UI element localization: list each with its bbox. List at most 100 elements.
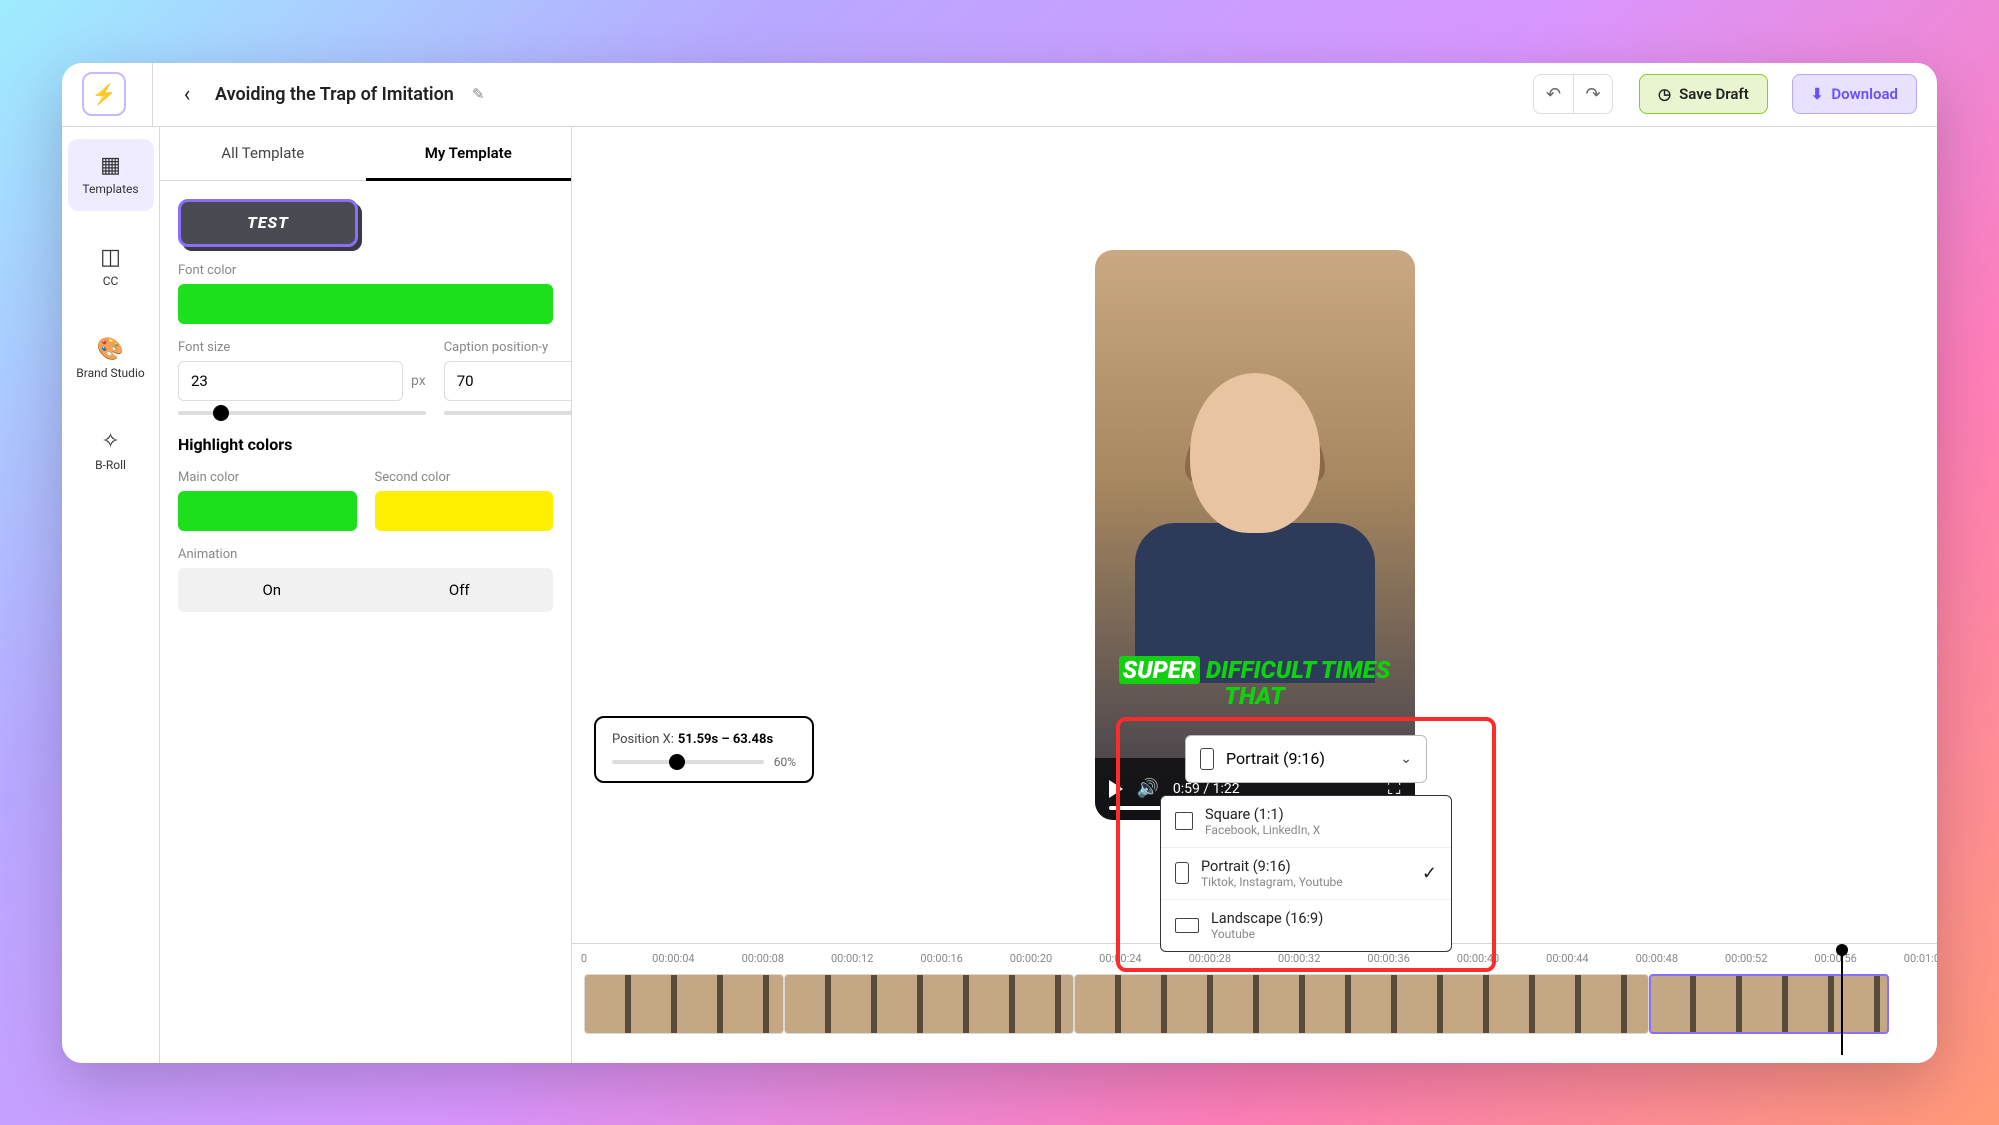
aspect-ratio-highlight: Portrait (9:16) ⌄ Square (1:1) Facebook,… <box>1116 717 1496 972</box>
timeline-tick: 00:00:04 <box>652 952 694 965</box>
sidebar-label: CC <box>103 274 119 288</box>
sidebar-item-cc[interactable]: ◫ CC <box>68 231 154 303</box>
timeline-frames <box>584 974 1925 1034</box>
position-x-pct: 60% <box>774 755 796 769</box>
square-icon <box>1175 812 1193 830</box>
cc-icon: ◫ <box>100 245 121 270</box>
caption-y-slider[interactable] <box>444 411 571 415</box>
tab-my-template[interactable]: My Template <box>366 127 572 180</box>
clock-icon: ◷ <box>1658 85 1671 103</box>
panel-body: TEST Font color Font size px <box>160 181 571 630</box>
app-window: ⚡ ‹ Avoiding the Trap of Imitation ✎ ↶ ↷… <box>62 63 1937 1063</box>
main-color-field: Main color <box>178 470 357 531</box>
palette-icon: 🎨 <box>97 337 124 362</box>
timeline-tick: 00:00:20 <box>1010 952 1052 965</box>
font-color-swatch[interactable] <box>178 284 553 324</box>
timeline-tick: 00:00:16 <box>920 952 962 965</box>
timeline-tick: 00:00:44 <box>1546 952 1588 965</box>
portrait-icon <box>1175 862 1189 884</box>
font-size-slider[interactable] <box>178 411 426 415</box>
caption-highlight: SUPER <box>1119 656 1200 684</box>
page-title: Avoiding the Trap of Imitation <box>215 84 454 105</box>
app-logo: ⚡ <box>82 72 126 116</box>
preview-area: SUPER DIFFICULT TIMES THAT 🔊 0:59 / 1:22… <box>572 127 1937 943</box>
animation-on[interactable]: On <box>178 568 366 612</box>
save-draft-button[interactable]: ◷ Save Draft <box>1639 74 1768 114</box>
aspect-ratio-selected: Portrait (9:16) <box>1226 749 1325 768</box>
aspect-ratio-select[interactable]: Portrait (9:16) ⌄ <box>1185 735 1427 783</box>
playhead[interactable] <box>1841 950 1843 1055</box>
timeline-tick: 00:00:08 <box>742 952 784 965</box>
font-size-field: Font size px <box>178 340 426 415</box>
position-x-slider[interactable] <box>612 760 764 764</box>
ratio-opt-label: Square (1:1) <box>1205 806 1437 823</box>
sidebar-item-templates[interactable]: ▦ Templates <box>68 139 154 211</box>
font-size-unit: px <box>411 373 426 389</box>
second-color-swatch[interactable] <box>375 491 554 531</box>
position-x-popup: Position X: 51.59s – 63.48s 60% <box>594 716 814 783</box>
timeline-segment[interactable] <box>1074 974 1649 1034</box>
wand-icon: ✧ <box>101 429 119 454</box>
second-color-label: Second color <box>375 470 554 485</box>
timeline-segment[interactable] <box>584 974 784 1034</box>
redo-button[interactable]: ↷ <box>1573 74 1613 114</box>
caption-y-label: Caption position-y <box>444 340 571 355</box>
position-x-range: 51.59s – 63.48s <box>678 732 773 747</box>
save-label: Save Draft <box>1679 85 1749 103</box>
history-buttons: ↶ ↷ <box>1533 74 1613 114</box>
timeline-segment[interactable] <box>784 974 1074 1034</box>
sidebar-label: B-Roll <box>95 458 126 472</box>
body: ▦ Templates ◫ CC 🎨 Brand Studio ✧ B-Roll… <box>62 127 1937 1063</box>
chevron-down-icon: ⌄ <box>1400 751 1412 767</box>
ratio-opt-sub: Youtube <box>1211 927 1437 941</box>
aspect-ratio-dropdown: Square (1:1) Facebook, LinkedIn, X Portr… <box>1160 795 1452 952</box>
animation-label: Animation <box>178 547 553 562</box>
grid-icon: ▦ <box>100 153 121 178</box>
main-color-label: Main color <box>178 470 357 485</box>
font-color-label: Font color <box>178 263 553 278</box>
timeline-tick: 0 <box>581 952 587 965</box>
font-color-field: Font color <box>178 263 553 324</box>
template-preview-button[interactable]: TEST <box>178 199 358 247</box>
download-label: Download <box>1831 85 1898 103</box>
caption-text-1: DIFFICULT TIMES <box>1206 656 1390 684</box>
timeline-tick: 00:00:48 <box>1636 952 1678 965</box>
timeline-segment[interactable] <box>1649 974 1889 1034</box>
landscape-icon <box>1175 918 1199 933</box>
caption-text-2: THAT <box>1224 682 1284 710</box>
edit-title-icon[interactable]: ✎ <box>472 85 485 103</box>
sidebar-label: Brand Studio <box>76 366 144 380</box>
download-icon: ⬇ <box>1811 85 1824 103</box>
caption-y-input[interactable] <box>444 361 571 401</box>
main-color-swatch[interactable] <box>178 491 357 531</box>
download-button[interactable]: ⬇ Download <box>1792 74 1917 114</box>
sidebar: ▦ Templates ◫ CC 🎨 Brand Studio ✧ B-Roll <box>62 127 160 1063</box>
tab-all-template[interactable]: All Template <box>160 127 366 180</box>
animation-off[interactable]: Off <box>366 568 554 612</box>
canvas: SUPER DIFFICULT TIMES THAT 🔊 0:59 / 1:22… <box>572 127 1937 1063</box>
panel-tabs: All Template My Template <box>160 127 571 181</box>
timeline-tick: 00:01:00 <box>1904 952 1937 965</box>
aspect-ratio-option-landscape[interactable]: Landscape (16:9) Youtube <box>1161 899 1451 951</box>
check-icon: ✓ <box>1422 863 1437 884</box>
animation-field: Animation On Off <box>178 547 553 612</box>
timeline-tick: 00:00:52 <box>1725 952 1767 965</box>
back-button[interactable]: ‹ <box>173 80 201 108</box>
caption-y-field: Caption position-y % <box>444 340 571 415</box>
person-illustration <box>1145 363 1365 683</box>
template-panel: All Template My Template TEST Font color… <box>160 127 572 1063</box>
divider <box>152 63 153 127</box>
ratio-opt-sub: Tiktok, Instagram, Youtube <box>1201 875 1410 889</box>
highlight-title: Highlight colors <box>178 435 553 454</box>
font-size-input[interactable] <box>178 361 403 401</box>
portrait-icon <box>1200 748 1214 770</box>
timeline-tick: 00:00:12 <box>831 952 873 965</box>
caption-overlay: SUPER DIFFICULT TIMES THAT <box>1095 657 1415 710</box>
aspect-ratio-option-square[interactable]: Square (1:1) Facebook, LinkedIn, X <box>1161 796 1451 847</box>
sidebar-label: Templates <box>82 182 138 196</box>
undo-button[interactable]: ↶ <box>1533 74 1573 114</box>
sidebar-item-broll[interactable]: ✧ B-Roll <box>68 415 154 487</box>
aspect-ratio-option-portrait[interactable]: Portrait (9:16) Tiktok, Instagram, Youtu… <box>1161 847 1451 899</box>
sidebar-item-brand-studio[interactable]: 🎨 Brand Studio <box>68 323 154 395</box>
ratio-opt-label: Portrait (9:16) <box>1201 858 1410 875</box>
